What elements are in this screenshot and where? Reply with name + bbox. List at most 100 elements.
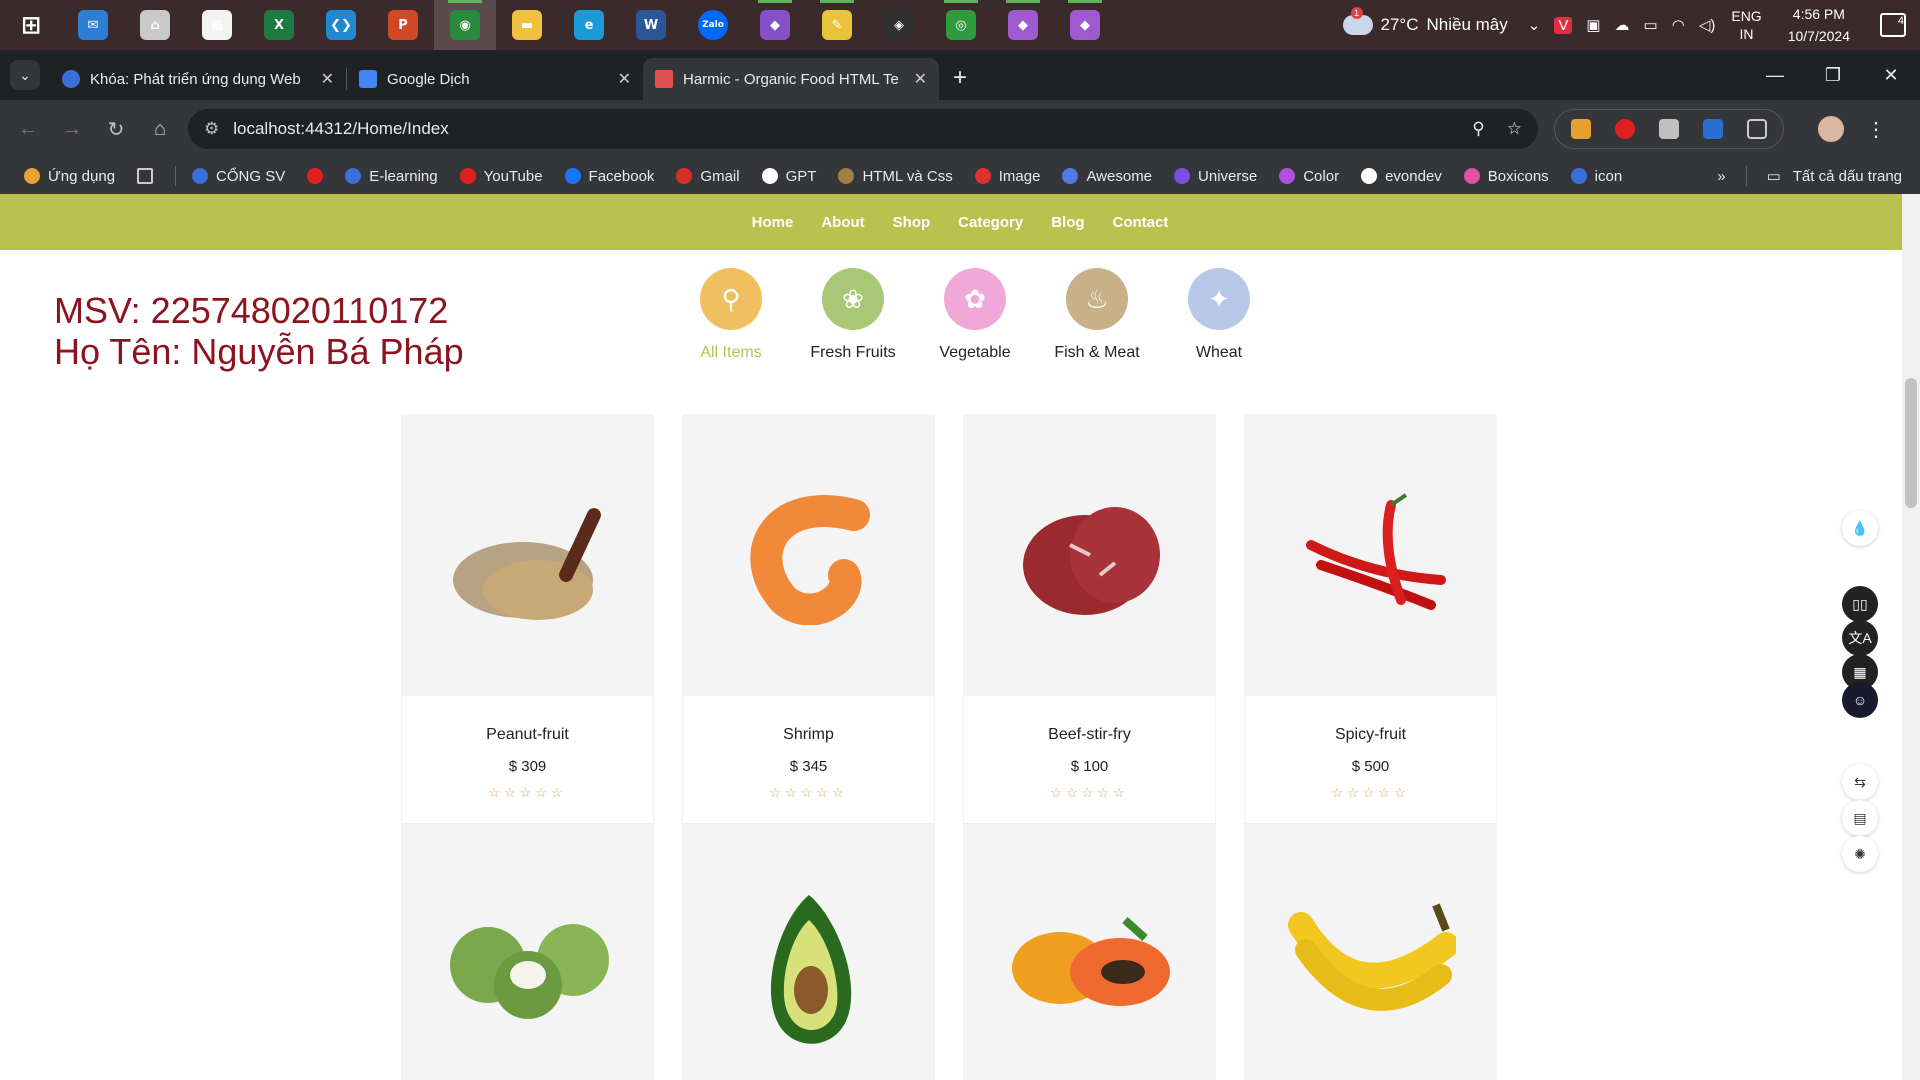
notification-icon[interactable]: 4 — [1880, 13, 1906, 37]
translate-extension-icon[interactable] — [1703, 119, 1723, 139]
product-name[interactable]: Beef-stir-fry — [964, 726, 1215, 744]
url-text[interactable]: localhost:44312/Home/Index — [233, 119, 1450, 139]
extensions-puzzle-icon[interactable] — [1747, 119, 1767, 139]
bookmark-item[interactable]: icon — [1570, 168, 1622, 185]
scrollbar-thumb[interactable] — [1905, 378, 1917, 508]
product-name[interactable]: Peanut-fruit — [402, 726, 653, 744]
taskbar-app[interactable]: Zalo — [682, 0, 744, 50]
clock[interactable]: 4:56 PM 10/7/2024 — [1788, 3, 1850, 47]
site-info-icon[interactable]: ⚙ — [204, 119, 219, 139]
maximize-icon[interactable]: ❐ — [1804, 65, 1862, 86]
product-card[interactable]: Shrimp $ 345 ☆☆☆☆☆ — [682, 414, 935, 824]
pen-extension-icon[interactable] — [1571, 119, 1591, 139]
taskbar-app[interactable]: ◆ — [1054, 0, 1116, 50]
chevron-up-icon[interactable]: ⌄ — [1528, 16, 1541, 34]
close-icon[interactable]: ✕ — [618, 69, 631, 89]
tab-search-button[interactable]: ⌄ — [10, 60, 40, 90]
product-card[interactable] — [963, 824, 1216, 1080]
bookmark-item[interactable]: Boxicons — [1463, 168, 1549, 185]
taskbar-app[interactable]: ◈ — [868, 0, 930, 50]
reload-icon[interactable]: ↻ — [94, 117, 138, 142]
product-card[interactable]: Beef-stir-fry $ 100 ☆☆☆☆☆ — [963, 414, 1216, 824]
product-card[interactable] — [401, 824, 654, 1080]
category-item[interactable]: ♨ Fish & Meat — [1036, 268, 1158, 362]
taskbar-app[interactable]: ◆ — [744, 0, 806, 50]
profile-avatar[interactable] — [1818, 116, 1844, 142]
tab-google-dich[interactable]: Google Dịch ✕ — [347, 58, 643, 100]
product-name[interactable]: Shrimp — [683, 726, 934, 744]
taskbar-app[interactable]: X — [248, 0, 310, 50]
battery-icon[interactable]: ▭ — [1644, 16, 1658, 34]
product-card[interactable] — [1244, 824, 1497, 1080]
volume-icon[interactable]: ◁) — [1699, 16, 1716, 34]
bookmark-item[interactable]: HTML và Css — [838, 168, 953, 185]
close-window-icon[interactable]: ✕ — [1862, 65, 1920, 86]
nav-link-category[interactable]: Category — [958, 214, 1023, 231]
zoom-icon[interactable]: ⚲ — [1472, 119, 1484, 139]
bookmark-item[interactable]: E-learning — [345, 168, 438, 185]
address-bar[interactable]: ⚙ localhost:44312/Home/Index ⚲ ☆ — [188, 109, 1538, 149]
assistant-icon[interactable]: ☺ — [1842, 682, 1878, 718]
taskbar-app[interactable]: ⊞ — [0, 0, 62, 50]
back-icon[interactable]: ← — [6, 118, 50, 141]
category-item[interactable]: ✿ Vegetable — [914, 268, 1036, 362]
product-card[interactable] — [682, 824, 935, 1080]
bookmark-item[interactable]: evondev — [1361, 168, 1442, 185]
taskbar-app[interactable]: ❮❯ — [310, 0, 372, 50]
bookmark-item[interactable]: Awesome — [1062, 168, 1152, 185]
product-name[interactable]: Spicy-fruit — [1245, 726, 1496, 744]
reader-icon[interactable]: ▤ — [1842, 800, 1878, 836]
taskbar-app[interactable]: ◆ — [992, 0, 1054, 50]
scrollbar[interactable] — [1902, 194, 1920, 1080]
taskbar-app[interactable]: W — [620, 0, 682, 50]
close-icon[interactable]: ✕ — [914, 69, 927, 89]
weather-widget[interactable]: 1 27°C Nhiều mây — [1342, 7, 1508, 35]
bookmark-item[interactable]: Color — [1279, 168, 1339, 185]
language-indicator[interactable]: ENG IN — [1731, 7, 1761, 43]
grid-extension-icon[interactable] — [1659, 119, 1679, 139]
bookmark-item[interactable] — [307, 168, 324, 184]
new-tab-button[interactable]: + — [953, 64, 967, 92]
category-item[interactable]: ⚲ All Items — [670, 268, 792, 362]
nav-link-shop[interactable]: Shop — [893, 214, 931, 231]
bookmark-item[interactable]: Facebook — [564, 168, 654, 185]
translate-icon[interactable]: 文A — [1842, 620, 1878, 656]
home-icon[interactable]: ⌂ — [138, 118, 182, 141]
bookmark-item[interactable]: CỔNG SV — [192, 168, 285, 185]
minimize-icon[interactable]: — — [1746, 65, 1804, 86]
forward-icon[interactable]: → — [50, 118, 94, 141]
taskbar-app[interactable]: ▦ — [186, 0, 248, 50]
taskbar-app[interactable]: ▬ — [496, 0, 558, 50]
taskbar-app[interactable]: ✉ — [62, 0, 124, 50]
more-bookmarks-icon[interactable]: » — [1717, 168, 1725, 185]
taskbar-app[interactable]: ◉ — [434, 0, 496, 50]
tab-harmic[interactable]: Harmic - Organic Food HTML Te ✕ — [643, 58, 939, 100]
close-icon[interactable]: ✕ — [321, 69, 334, 89]
more-menu-icon[interactable]: ⋮ — [1866, 117, 1886, 142]
vivaldi-tray-icon[interactable]: V — [1554, 16, 1573, 34]
taskbar-app[interactable]: e — [558, 0, 620, 50]
product-card[interactable]: Peanut-fruit $ 309 ☆☆☆☆☆ — [401, 414, 654, 824]
brain-icon[interactable]: ✺ — [1842, 836, 1878, 872]
meet-icon[interactable]: ▣ — [1586, 16, 1600, 34]
wifi-icon[interactable]: ◠ — [1672, 16, 1685, 34]
bookmark-item[interactable]: Universe — [1174, 168, 1257, 185]
bookmark-star-icon[interactable]: ☆ — [1507, 119, 1522, 139]
taskbar-app[interactable]: P — [372, 0, 434, 50]
tab-khoa[interactable]: Khóa: Phát triển ứng dụng Web ✕ — [50, 58, 346, 100]
taskbar-app[interactable]: ◎ — [930, 0, 992, 50]
all-bookmarks-label[interactable]: Tất cả dấu trang — [1793, 168, 1902, 185]
bookmark-item[interactable]: Gmail — [676, 168, 740, 185]
nav-link-about[interactable]: About — [821, 214, 864, 231]
translate-page-icon[interactable]: ⇆ — [1842, 764, 1878, 800]
nav-link-blog[interactable]: Blog — [1051, 214, 1084, 231]
taskbar-app[interactable]: ✎ — [806, 0, 868, 50]
product-card[interactable]: Spicy-fruit $ 500 ☆☆☆☆☆ — [1244, 414, 1497, 824]
nav-link-contact[interactable]: Contact — [1113, 214, 1169, 231]
nav-link-home[interactable]: Home — [752, 214, 794, 231]
category-item[interactable]: ❀ Fresh Fruits — [792, 268, 914, 362]
bookmark-item[interactable] — [137, 168, 154, 184]
taskbar-app[interactable]: ⌂ — [124, 0, 186, 50]
book-icon[interactable]: ▯▯ — [1842, 586, 1878, 622]
category-item[interactable]: ✦ Wheat — [1158, 268, 1280, 362]
